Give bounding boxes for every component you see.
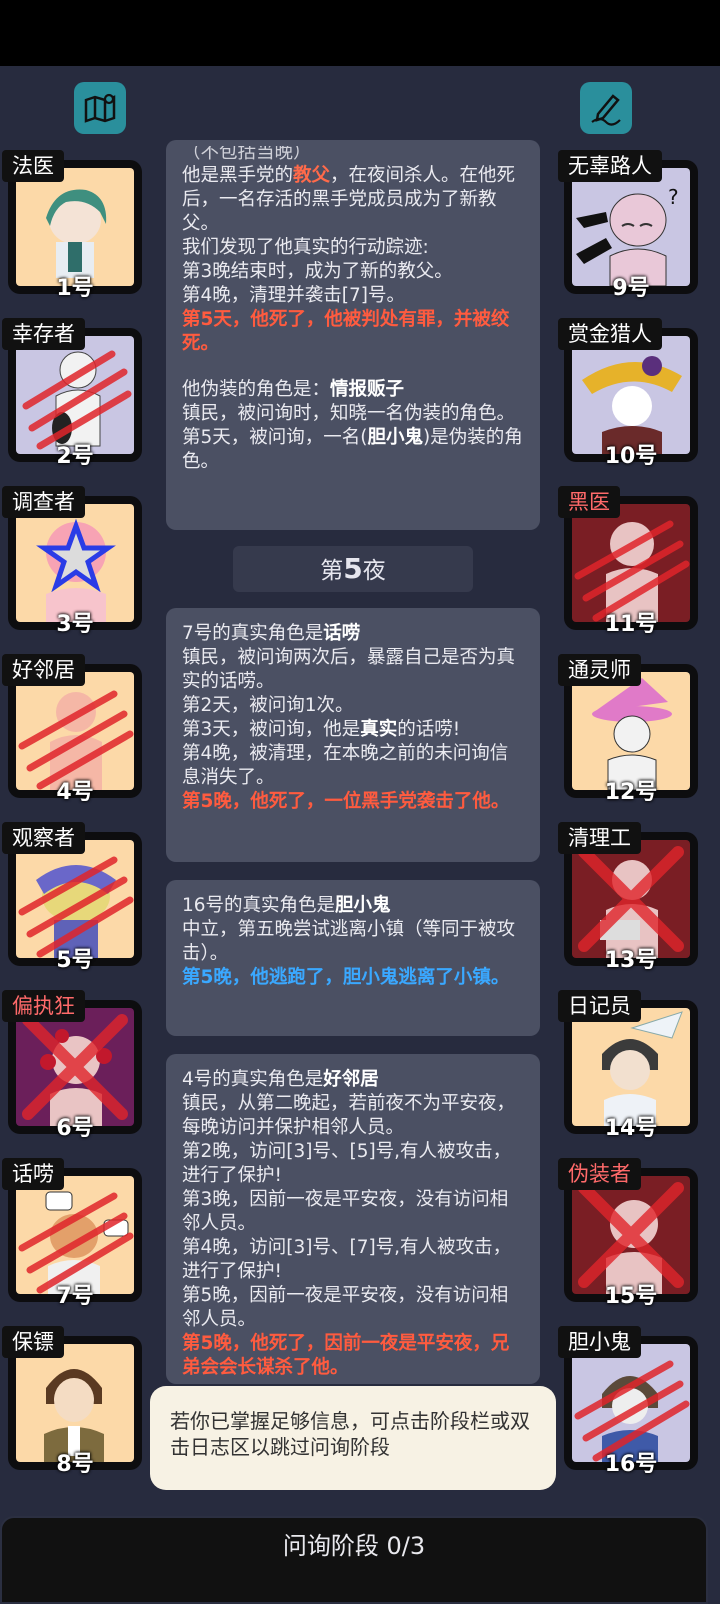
player-portrait bbox=[16, 1344, 134, 1462]
role-tag: 胆小鬼 bbox=[558, 1326, 641, 1358]
player-number: 1号 bbox=[56, 276, 94, 301]
player-number: 6号 bbox=[56, 1116, 94, 1141]
role-tag: 调查者 bbox=[2, 486, 85, 518]
log-line: 第4晚，被清理，在本晚之前的未问询信息消失了。 bbox=[182, 743, 509, 788]
log-title: 16号的真实角色是胆小鬼 bbox=[182, 895, 391, 916]
player-number: 15号 bbox=[604, 1284, 658, 1309]
night-divider: 第5夜 bbox=[233, 546, 473, 592]
player-number: 7号 bbox=[56, 1284, 94, 1309]
role-tag: 幸存者 bbox=[2, 318, 85, 350]
player-portrait bbox=[16, 336, 134, 454]
player-number: 4号 bbox=[56, 780, 94, 805]
log-line: 第2天，被问询1次。 bbox=[182, 695, 354, 716]
log-title: 7号的真实角色是话唠 bbox=[182, 623, 361, 644]
log-line: 第4晚，清理并袭击[7]号。 bbox=[182, 285, 405, 306]
player-portrait bbox=[572, 1008, 690, 1126]
role-tag: 赏金猎人 bbox=[558, 318, 662, 350]
log-line: 第2晚，访问[3]号、[5]号,有人被攻击，进行了保护! bbox=[182, 1141, 512, 1186]
role-tag: 保镖 bbox=[2, 1326, 64, 1358]
role-tag: 法医 bbox=[2, 150, 64, 182]
skip-hint-tooltip[interactable]: 若你已掌握足够信息，可点击阶段栏或双击日志区以跳过问询阶段 bbox=[150, 1386, 556, 1490]
player-number: 5号 bbox=[56, 948, 94, 973]
player-portrait bbox=[16, 504, 134, 622]
log-line: 镇民，从第二晚起，若前夜不为平安夜，每晚访问并保护相邻人员。 bbox=[182, 1093, 516, 1138]
player-portrait: ? bbox=[572, 168, 690, 286]
player-portrait bbox=[572, 504, 690, 622]
player-portrait bbox=[16, 672, 134, 790]
player-number: 3号 bbox=[56, 612, 94, 637]
phase-label: 问询阶段 0/3 bbox=[282, 1532, 426, 1560]
log-escape-line: 第5晚，他逃跑了，胆小鬼逃离了小镇。 bbox=[182, 967, 510, 988]
log-death-line: 第5天，他死了，他被判处有罪，并被绞死。 bbox=[182, 309, 510, 354]
player-portrait bbox=[16, 840, 134, 958]
role-tag: 黑医 bbox=[558, 486, 620, 518]
status-bar bbox=[0, 0, 720, 66]
svg-text:?: ? bbox=[668, 185, 679, 209]
log-line: 我们发现了他真实的行动踪迹: bbox=[182, 237, 429, 258]
player-number: 16号 bbox=[604, 1452, 658, 1477]
phase-bar[interactable]: 问询阶段 0/3 bbox=[0, 1516, 708, 1604]
log-entry-neighbor[interactable]: 4号的真实角色是好邻居 镇民，从第二晚起，若前夜不为平安夜，每晚访问并保护相邻人… bbox=[166, 1054, 540, 1384]
player-portrait bbox=[572, 840, 690, 958]
role-tag: 偏执狂 bbox=[2, 990, 85, 1022]
log-line: 中立，第五晚尝试逃离小镇（等同于被攻击）。 bbox=[182, 919, 516, 964]
player-portrait bbox=[572, 1176, 690, 1294]
log-line: 第3晚，因前一夜是平安夜，没有访问相邻人员。 bbox=[182, 1189, 509, 1234]
player-portrait bbox=[16, 168, 134, 286]
player-number: 13号 bbox=[604, 948, 658, 973]
log-line: 第4晚，访问[3]号、[7]号,有人被攻击，进行了保护! bbox=[182, 1237, 512, 1282]
role-tag: 无辜路人 bbox=[558, 150, 662, 182]
player-number: 11号 bbox=[604, 612, 658, 637]
player-number: 14号 bbox=[604, 1116, 658, 1141]
log-title: 4号的真实角色是好邻居 bbox=[182, 1069, 379, 1090]
notes-button[interactable] bbox=[580, 82, 632, 134]
log-line: 第3天，被问询，他是真实的话唠! bbox=[182, 719, 461, 740]
role-tag: 清理工 bbox=[558, 822, 641, 854]
player-number: 9号 bbox=[612, 276, 650, 301]
map-button[interactable] bbox=[74, 82, 126, 134]
role-tag: 话唠 bbox=[2, 1158, 64, 1190]
role-tag: 通灵师 bbox=[558, 654, 641, 686]
map-icon bbox=[82, 90, 118, 126]
player-portrait bbox=[572, 336, 690, 454]
player-number: 10号 bbox=[604, 444, 658, 469]
log-death-line: 第5晚，他死了，一位黑手党袭击了他。 bbox=[182, 791, 510, 812]
role-tag: 日记员 bbox=[558, 990, 641, 1022]
player-number: 12号 bbox=[604, 780, 658, 805]
log-line: 镇民，被问询时，知晓一名伪装的角色。 bbox=[182, 403, 516, 424]
log-line: 他是黑手党的教父，在夜间杀人。在他死后，一名存活的黑手党成员成为了新教父。 bbox=[182, 165, 516, 234]
log-line: 他伪装的角色是：情报贩子 bbox=[182, 379, 405, 400]
player-number: 2号 bbox=[56, 444, 94, 469]
log-line: 第5晚，因前一夜是平安夜，没有访问相邻人员。 bbox=[182, 1285, 509, 1330]
player-portrait bbox=[572, 672, 690, 790]
role-tag: 好邻居 bbox=[2, 654, 85, 686]
player-number: 8号 bbox=[56, 1452, 94, 1477]
role-tag: 观察者 bbox=[2, 822, 85, 854]
log-line: 第3晚结束时，成为了新的教父。 bbox=[182, 261, 453, 282]
log-line: 镇民，被问询两次后，暴露自己是否为真实的话唠。 bbox=[182, 647, 516, 692]
tooltip-text: 若你已掌握足够信息，可点击阶段栏或双击日志区以跳过问询阶段 bbox=[170, 1409, 530, 1459]
log-death-line: 第5晚，他死了，因前一夜是平安夜，兄弟会会长谋杀了他。 bbox=[182, 1333, 510, 1378]
player-portrait bbox=[16, 1176, 134, 1294]
player-portrait bbox=[572, 1344, 690, 1462]
player-portrait bbox=[16, 1008, 134, 1126]
log-entry-godfather[interactable]: （不包括当晚） 他是黑手党的教父，在夜间杀人。在他死后，一名存活的黑手党成员成为… bbox=[166, 140, 540, 530]
log-cut-line: （不包括当晚） bbox=[182, 146, 312, 163]
log-entry-coward[interactable]: 16号的真实角色是胆小鬼 中立，第五晚尝试逃离小镇（等同于被攻击）。 第5晚，他… bbox=[166, 880, 540, 1036]
log-line: 第5天，被问询，一名(胆小鬼)是伪装的角色。 bbox=[182, 427, 523, 472]
log-entry-chatterbox[interactable]: 7号的真实角色是话唠 镇民，被问询两次后，暴露自己是否为真实的话唠。 第2天，被… bbox=[166, 608, 540, 862]
pen-icon bbox=[588, 90, 624, 126]
role-tag: 伪装者 bbox=[558, 1158, 641, 1190]
